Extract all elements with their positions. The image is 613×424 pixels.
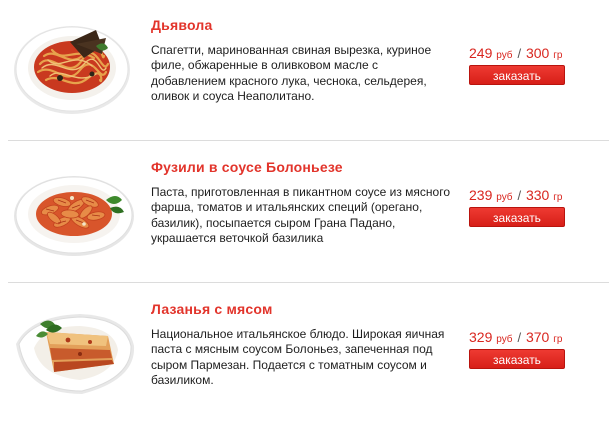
portion-value: 370 [525, 329, 550, 345]
menu-list: Дьявола Спагетти, маринованная свиная вы… [0, 0, 613, 420]
price-block: 239 руб / 330 гр [469, 187, 562, 203]
spaghetti-plate-photo[interactable] [10, 20, 138, 116]
order-button[interactable]: заказать [469, 207, 565, 227]
portion-unit: гр [553, 192, 563, 203]
price-unit: руб [496, 334, 513, 345]
order-button[interactable]: заказать [469, 349, 565, 369]
dish-title[interactable]: Фузили в соусе Болоньезе [151, 159, 343, 175]
price-separator: / [517, 46, 522, 61]
order-button[interactable]: заказать [469, 65, 565, 85]
price-separator: / [517, 330, 522, 345]
price-unit: руб [496, 192, 513, 203]
dish-description: Национальное итальянское блюдо. Широкая … [151, 327, 445, 387]
divider [8, 282, 609, 283]
portion-value: 330 [525, 187, 550, 203]
price-unit: руб [496, 50, 513, 61]
price-block: 249 руб / 300 гр [469, 45, 562, 61]
fusilli-plate-photo[interactable] [10, 162, 138, 258]
portion-unit: гр [553, 50, 563, 61]
portion-unit: гр [553, 334, 563, 345]
price-separator: / [517, 188, 522, 203]
dish-title[interactable]: Дьявола [151, 17, 212, 33]
menu-item: Дьявола Спагетти, маринованная свиная вы… [0, 0, 613, 140]
portion-value: 300 [525, 45, 550, 61]
menu-item: Лазанья с мясом Национальное итальянское… [0, 284, 613, 424]
price-value: 329 [469, 329, 493, 345]
dish-title[interactable]: Лазанья с мясом [151, 301, 273, 317]
price-value: 239 [469, 187, 493, 203]
dish-description: Спагетти, маринованная свиная вырезка, к… [151, 43, 432, 103]
lasagna-plate-photo[interactable] [10, 302, 138, 398]
dish-description: Паста, приготовленная в пикантном соусе … [151, 185, 450, 245]
price-value: 249 [469, 45, 493, 61]
price-block: 329 руб / 370 гр [469, 329, 562, 345]
menu-item: Фузили в соусе Болоньезе Паста, приготов… [0, 142, 613, 282]
divider [8, 140, 609, 141]
